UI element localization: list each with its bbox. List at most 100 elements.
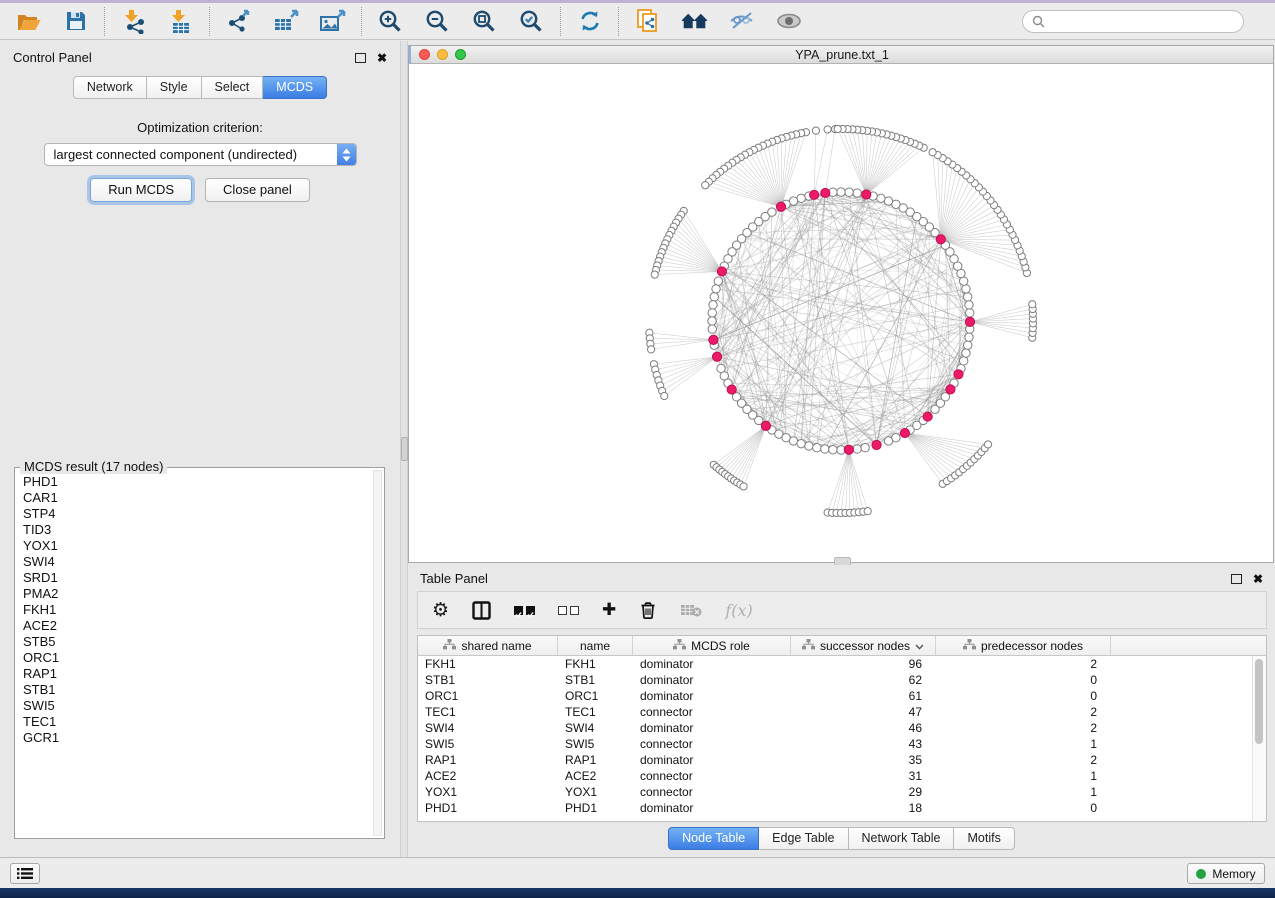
mcds-result-item[interactable]: ORC1 [23, 650, 365, 666]
save-icon[interactable] [62, 8, 89, 35]
table-row[interactable]: ACE2ACE2connector311 [418, 768, 1266, 784]
tab-mcds[interactable]: MCDS [263, 76, 327, 99]
mcds-result-item[interactable]: YOX1 [23, 538, 365, 554]
vertical-splitter-handle[interactable] [401, 437, 408, 461]
column-header-MCDS-role[interactable]: MCDS role [633, 636, 791, 655]
zoom-out-icon[interactable] [424, 8, 451, 35]
select-stepper-icon [337, 143, 356, 166]
mcds-result-item[interactable]: FKH1 [23, 602, 365, 618]
table-tab-motifs[interactable]: Motifs [954, 827, 1014, 850]
import-group [105, 8, 209, 35]
mcds-result-item[interactable]: CAR1 [23, 490, 365, 506]
zoom-fit-icon[interactable] [471, 8, 498, 35]
control-panel-title: Control Panel [13, 50, 92, 65]
network-canvas[interactable] [409, 64, 1273, 562]
run-mcds-button[interactable]: Run MCDS [90, 178, 192, 202]
mcds-list-scrollbar[interactable] [373, 470, 382, 836]
import-table-icon[interactable] [167, 8, 194, 35]
clone-network-icon[interactable] [634, 8, 661, 35]
export-network-icon[interactable] [225, 8, 252, 35]
mcds-result-item[interactable]: TID3 [23, 522, 365, 538]
table-row[interactable]: YOX1YOX1connector291 [418, 784, 1266, 800]
show-annotations-icon[interactable] [775, 8, 802, 35]
open-folder-icon[interactable] [15, 8, 42, 35]
table-row[interactable]: SWI4SWI4dominator462 [418, 720, 1266, 736]
table-header-row: shared namenameMCDS rolesuccessor nodesp… [418, 636, 1266, 656]
network-titlebar[interactable]: YPA_prune.txt_1 [409, 46, 1273, 64]
control-panel: Control Panel ✖ NetworkStyleSelectMCDS O… [0, 41, 400, 857]
hide-annotations-icon[interactable] [728, 8, 755, 35]
vertical-splitter[interactable] [400, 41, 408, 857]
table-tab-network-table[interactable]: Network Table [849, 827, 955, 850]
function-builder-icon[interactable]: f(x) [725, 601, 752, 620]
mcds-result-item[interactable]: GCR1 [23, 730, 365, 746]
attribute-tree-icon [443, 639, 456, 653]
table-scrollbar[interactable] [1252, 656, 1266, 821]
sort-chevron-icon[interactable] [915, 639, 924, 653]
memory-button[interactable]: Memory [1187, 863, 1265, 884]
zoom-in-icon[interactable] [377, 8, 404, 35]
mcds-result-item[interactable]: PMA2 [23, 586, 365, 602]
mcds-result-box: MCDS result (17 nodes) PHD1CAR1STP4TID3Y… [14, 467, 385, 839]
column-header-name[interactable]: name [558, 636, 633, 655]
task-history-button[interactable] [10, 863, 40, 884]
column-header-shared-name[interactable]: shared name [418, 636, 558, 655]
mcds-result-list: PHD1CAR1STP4TID3YOX1SWI4SRD1PMA2FKH1ACE2… [18, 471, 370, 835]
delete-table-icon[interactable] [680, 603, 702, 618]
close-panel-button[interactable]: Close panel [205, 178, 310, 202]
tab-select[interactable]: Select [202, 76, 264, 99]
mcds-result-item[interactable]: SRD1 [23, 570, 365, 586]
main-toolbar [0, 3, 1275, 40]
selected-criterion: largest connected component (undirected) [45, 147, 337, 162]
mcds-result-item[interactable]: STB1 [23, 682, 365, 698]
mcds-result-item[interactable]: STP4 [23, 506, 365, 522]
settings-gear-icon[interactable]: ⚙ [432, 601, 449, 620]
table-tab-edge-table[interactable]: Edge Table [759, 827, 848, 850]
mcds-result-item[interactable]: PHD1 [23, 474, 365, 490]
add-column-icon[interactable]: ✚ [602, 600, 616, 620]
mcds-result-item[interactable]: RAP1 [23, 666, 365, 682]
column-header-predecessor-nodes[interactable]: predecessor nodes [936, 636, 1111, 655]
table-row[interactable]: ORC1ORC1dominator610 [418, 688, 1266, 704]
close-table-panel-icon[interactable]: ✖ [1253, 574, 1263, 584]
optimization-criterion-select[interactable]: largest connected component (undirected) [44, 143, 357, 166]
tab-network[interactable]: Network [73, 76, 147, 99]
table-row[interactable]: FKH1FKH1dominator962 [418, 656, 1266, 672]
refresh-icon[interactable] [576, 8, 603, 35]
table-row[interactable]: SWI5SWI5connector431 [418, 736, 1266, 752]
export-image-icon[interactable] [319, 8, 346, 35]
table-scrollbar-thumb[interactable] [1255, 659, 1263, 744]
float-table-panel-icon[interactable] [1231, 574, 1242, 584]
export-table-icon[interactable] [272, 8, 299, 35]
mcds-result-item[interactable]: SWI4 [23, 554, 365, 570]
table-row[interactable]: TEC1TEC1connector472 [418, 704, 1266, 720]
zoom-selected-icon[interactable] [518, 8, 545, 35]
column-header-successor-nodes[interactable]: successor nodes [791, 636, 936, 655]
table-panel-header: Table Panel ✖ [408, 565, 1275, 586]
table-row[interactable]: RAP1RAP1dominator352 [418, 752, 1266, 768]
view-group [619, 8, 817, 35]
home-icon[interactable] [681, 8, 708, 35]
status-bar: Memory [0, 857, 1275, 888]
import-network-icon[interactable] [120, 8, 147, 35]
table-tab-node-table[interactable]: Node Table [668, 827, 759, 850]
search-input[interactable] [1051, 13, 1234, 29]
list-icon [17, 867, 33, 880]
delete-column-trash-icon[interactable] [639, 601, 657, 620]
deselect-all-icon[interactable] [558, 606, 579, 615]
close-panel-icon[interactable]: ✖ [377, 53, 387, 63]
float-panel-icon[interactable] [355, 53, 366, 63]
mcds-result-item[interactable]: STB5 [23, 634, 365, 650]
network-window: YPA_prune.txt_1 [408, 45, 1274, 563]
optimization-criterion-label: Optimization criterion: [0, 120, 400, 135]
table-row[interactable]: PHD1PHD1dominator180 [418, 800, 1266, 816]
search-box[interactable] [1022, 10, 1244, 33]
table-row[interactable]: STB1STB1dominator620 [418, 672, 1266, 688]
select-all-icon[interactable] [514, 606, 535, 615]
table-panel-title: Table Panel [420, 571, 488, 586]
split-view-icon[interactable] [472, 601, 491, 620]
tab-style[interactable]: Style [147, 76, 202, 99]
mcds-result-item[interactable]: TEC1 [23, 714, 365, 730]
mcds-result-item[interactable]: ACE2 [23, 618, 365, 634]
mcds-result-item[interactable]: SWI5 [23, 698, 365, 714]
